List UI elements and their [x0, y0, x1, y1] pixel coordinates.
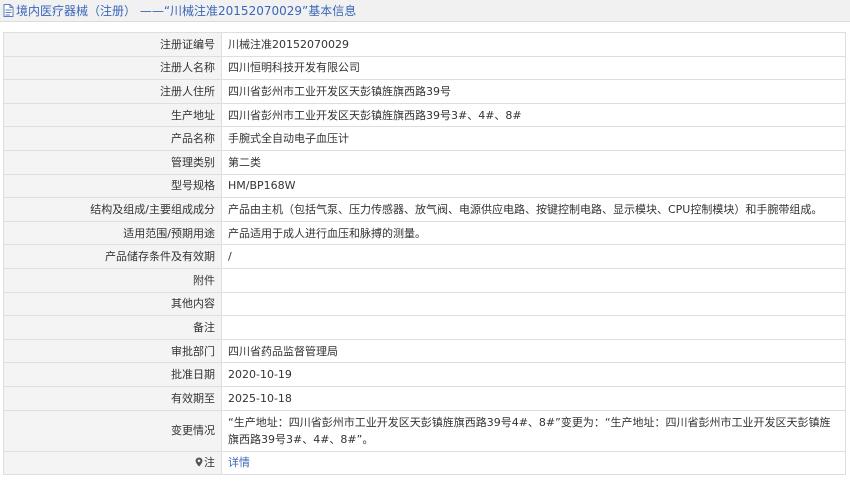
table-row: 注册证编号 川械注准20152070029 [3, 32, 846, 57]
device-info-table: 注册证编号 川械注准20152070029 注册人名称 四川恒明科技开发有限公司… [3, 32, 846, 476]
row-label-remarks: 备注 [3, 315, 222, 340]
table-row: 注 详情 [3, 450, 846, 476]
row-value-registrant-address: 四川省彭州市工业开发区天彭镇旌旗西路39号 [221, 79, 846, 104]
row-label-attachments: 附件 [3, 267, 222, 293]
row-label-structure-composition: 结构及组成/主要组成成分 [3, 197, 222, 222]
page-header: 境内医疗器械（注册） ——“川械注准20152070029”基本信息 [0, 0, 850, 22]
row-label-management-category: 管理类别 [3, 149, 222, 175]
row-label-approval-date: 批准日期 [3, 362, 222, 387]
table-row: 有效期至 2025-10-18 [3, 385, 846, 411]
row-label-change-history: 变更情况 [3, 409, 222, 452]
table-row: 型号规格 HM/BP168W [3, 173, 846, 199]
row-label-registrant-address: 注册人住所 [3, 79, 222, 104]
table-row: 备注 [3, 315, 846, 340]
row-value-production-address: 四川省彭州市工业开发区天彭镇旌旗西路39号3#、4#、8# [221, 102, 846, 128]
row-value-registrant-name: 四川恒明科技开发有限公司 [221, 55, 846, 81]
table-row: 适用范围/预期用途 产品适用于成人进行血压和脉搏的测量。 [3, 220, 846, 246]
table-row: 批准日期 2020-10-19 [3, 362, 846, 387]
row-value-product-name: 手腕式全自动电子血压计 [221, 126, 846, 151]
table-row: 结构及组成/主要组成成分 产品由主机（包括气泵、压力传感器、放气阀、电源供应电路… [3, 197, 846, 222]
location-pin-icon [195, 455, 203, 467]
row-value-valid-until: 2025-10-18 [221, 385, 846, 411]
note-label-text: 注 [204, 456, 215, 470]
row-value-model-spec: HM/BP168W [221, 173, 846, 199]
row-value-other-content [221, 291, 846, 317]
row-value-intended-use: 产品适用于成人进行血压和脉搏的测量。 [221, 220, 846, 246]
row-value-structure-composition: 产品由主机（包括气泵、压力传感器、放气阀、电源供应电路、按键控制电路、显示模块、… [221, 197, 846, 222]
details-link[interactable]: 详情 [228, 456, 250, 469]
page-title: 境内医疗器械（注册） ——“川械注准20152070029”基本信息 [16, 4, 357, 18]
row-value-registration-number: 川械注准20152070029 [221, 32, 846, 57]
table-row: 审批部门 四川省药品监督管理局 [3, 338, 846, 364]
row-label-storage-validity: 产品储存条件及有效期 [3, 244, 222, 269]
document-icon [3, 4, 14, 17]
row-value-change-history: “生产地址：四川省彭州市工业开发区天彭镇旌旗西路39号4#、8#”变更为：“生产… [221, 409, 846, 452]
row-label-note: 注 [3, 450, 222, 476]
row-value-management-category: 第二类 [221, 149, 846, 175]
row-value-approval-date: 2020-10-19 [221, 362, 846, 387]
row-label-other-content: 其他内容 [3, 291, 222, 317]
row-value-note: 详情 [221, 450, 846, 476]
row-label-registration-number: 注册证编号 [3, 32, 222, 57]
row-value-approval-department: 四川省药品监督管理局 [221, 338, 846, 364]
row-value-remarks [221, 315, 846, 340]
table-row: 生产地址 四川省彭州市工业开发区天彭镇旌旗西路39号3#、4#、8# [3, 102, 846, 128]
table-row: 产品名称 手腕式全自动电子血压计 [3, 126, 846, 151]
row-label-product-name: 产品名称 [3, 126, 222, 151]
table-row: 变更情况 “生产地址：四川省彭州市工业开发区天彭镇旌旗西路39号4#、8#”变更… [3, 409, 846, 452]
row-label-production-address: 生产地址 [3, 102, 222, 128]
table-row: 注册人名称 四川恒明科技开发有限公司 [3, 55, 846, 81]
row-label-valid-until: 有效期至 [3, 385, 222, 411]
row-value-storage-validity: / [221, 244, 846, 269]
table-row: 管理类别 第二类 [3, 149, 846, 175]
row-label-approval-department: 审批部门 [3, 338, 222, 364]
row-value-attachments [221, 267, 846, 293]
row-label-model-spec: 型号规格 [3, 173, 222, 199]
table-row: 其他内容 [3, 291, 846, 317]
table-row: 附件 [3, 267, 846, 293]
row-label-intended-use: 适用范围/预期用途 [3, 220, 222, 246]
table-row: 注册人住所 四川省彭州市工业开发区天彭镇旌旗西路39号 [3, 79, 846, 104]
row-label-registrant-name: 注册人名称 [3, 55, 222, 81]
table-row: 产品储存条件及有效期 / [3, 244, 846, 269]
